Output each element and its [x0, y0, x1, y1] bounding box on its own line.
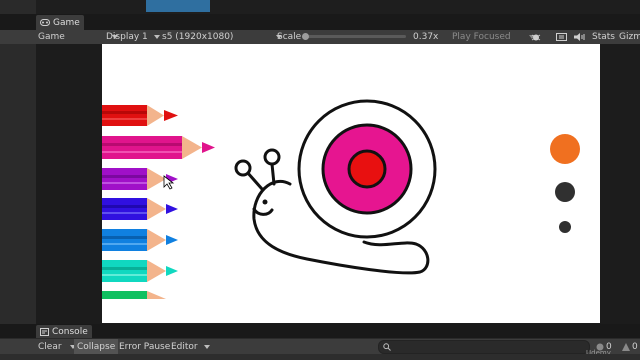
search-icon — [383, 343, 391, 351]
pencil-blue[interactable] — [102, 198, 178, 220]
game-mode-label: Game — [38, 32, 65, 42]
game-toolbar: Game Display 1 s5 (1920x1080) Scale 0.37… — [0, 30, 640, 45]
scale-label: Scale — [277, 32, 302, 42]
swatch-dark-small[interactable] — [559, 221, 571, 233]
play-mode-dropdown[interactable]: Play Focused — [452, 30, 536, 44]
clear-label: Clear — [38, 342, 62, 352]
chevron-down-icon — [153, 34, 160, 39]
resolution-dropdown[interactable]: s5 (1920x1080) — [162, 30, 283, 44]
error-pause-button[interactable]: Error Pause — [119, 339, 170, 355]
swatch-dark-large[interactable] — [555, 182, 575, 202]
snail-antenna-right — [270, 162, 276, 186]
snail-drawing[interactable] — [234, 99, 437, 275]
left-panel-edge — [0, 0, 36, 14]
gamepad-icon — [40, 19, 50, 26]
left-gutter — [0, 44, 36, 324]
tab-game-label: Game — [53, 17, 80, 28]
console-search-input[interactable] — [378, 340, 590, 354]
tab-console-label: Console — [52, 326, 88, 337]
console-icon — [40, 327, 49, 336]
play-mode-label: Play Focused — [452, 32, 511, 42]
snail-antenna-tip-right — [263, 148, 281, 166]
display-dropdown[interactable]: Display 1 — [106, 30, 160, 44]
pencil-red[interactable] — [102, 105, 178, 126]
scale-value: 0.37x — [413, 32, 439, 42]
snail-shell-center — [347, 149, 387, 189]
pencil-light-blue[interactable] — [102, 229, 178, 251]
editor-label: Editor — [171, 342, 198, 352]
swatch-orange[interactable] — [550, 134, 580, 164]
warning-count: 0 — [632, 342, 638, 352]
game-scene — [102, 99, 580, 299]
pencil-magenta[interactable] — [102, 136, 215, 159]
chevron-down-icon — [203, 344, 210, 349]
snail-eye — [262, 199, 268, 205]
pencil-cyan[interactable] — [102, 260, 178, 282]
tab-game[interactable]: Game — [36, 15, 84, 30]
console-tab-bar — [0, 324, 640, 338]
scale-slider-handle[interactable] — [302, 33, 309, 40]
pencil-green[interactable] — [102, 291, 166, 299]
snail-antenna-left — [245, 170, 264, 191]
gizmos-button[interactable]: Gizm — [619, 30, 640, 44]
tab-bar — [0, 14, 640, 31]
clear-button[interactable]: Clear — [38, 339, 77, 355]
bottom-edge — [0, 354, 640, 360]
scene-view-remnant — [0, 0, 640, 14]
warning-icon[interactable] — [622, 343, 630, 351]
display-label: Display 1 — [106, 32, 148, 42]
collapse-button[interactable]: Collapse — [74, 339, 119, 355]
scale-slider-track[interactable] — [302, 35, 406, 38]
tab-console[interactable]: Console — [36, 325, 92, 338]
scene-preview-sliver — [146, 0, 210, 12]
snail-antenna-tip-left — [234, 159, 252, 177]
stats-button[interactable]: Stats — [592, 30, 615, 44]
editor-dropdown[interactable]: Editor — [171, 339, 210, 355]
game-canvas[interactable] — [102, 44, 600, 323]
resolution-label: s5 (1920x1080) — [162, 32, 234, 42]
